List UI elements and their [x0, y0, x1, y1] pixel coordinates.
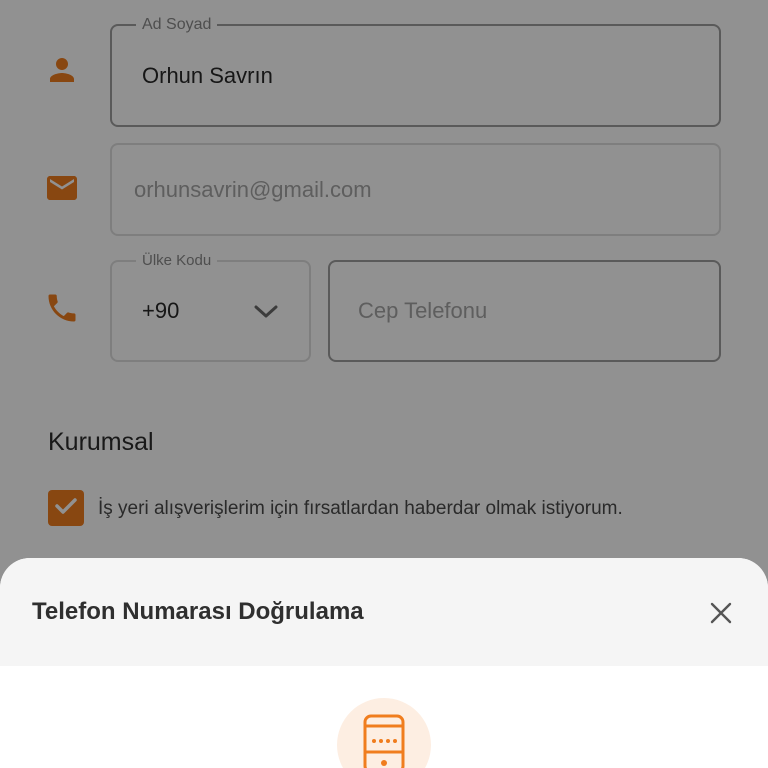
- phone-password-icon: [362, 714, 406, 768]
- sheet-title: Telefon Numarası Doğrulama: [32, 598, 364, 625]
- phone-verification-sheet: Telefon Numarası Doğrulama: [0, 558, 768, 768]
- close-icon: [710, 602, 732, 629]
- phone-verification-illustration: [337, 698, 431, 768]
- close-button[interactable]: [700, 594, 742, 636]
- sheet-header: Telefon Numarası Doğrulama: [0, 558, 768, 666]
